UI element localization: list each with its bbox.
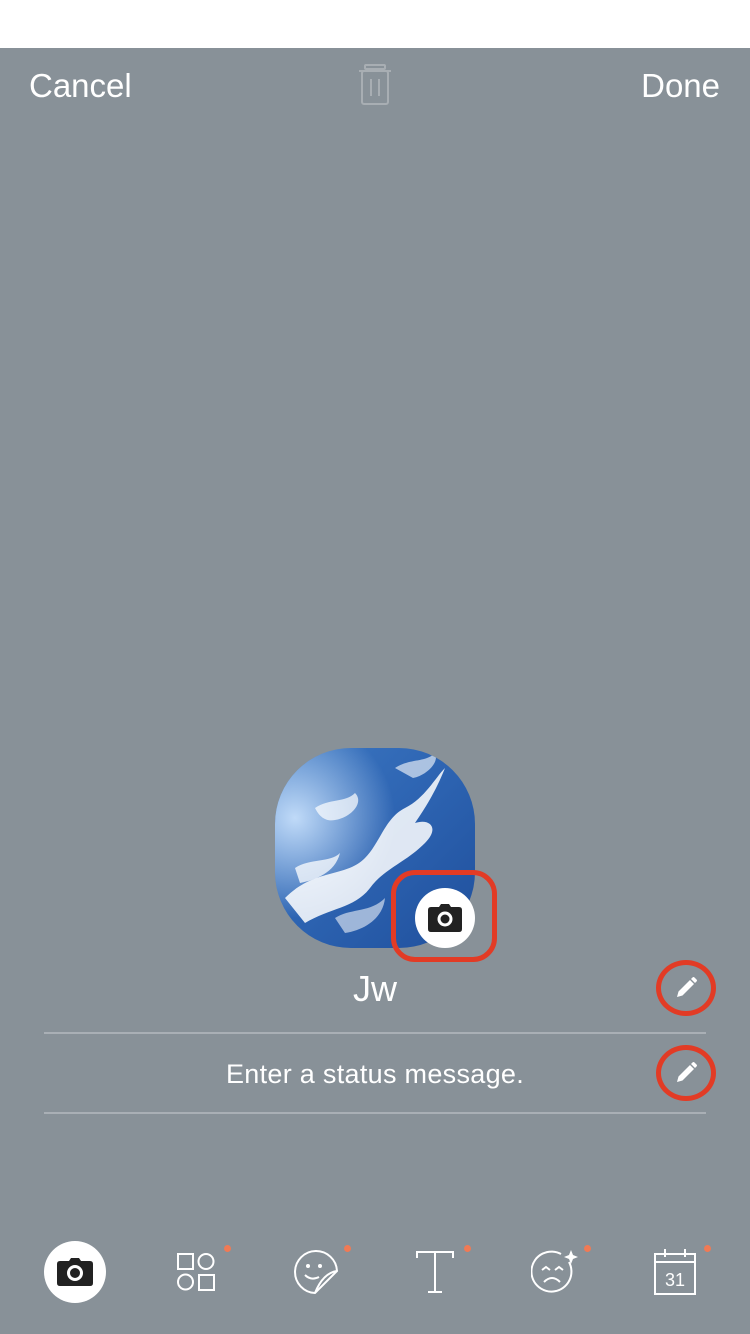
decoration-toolbar: 31 (0, 1240, 750, 1320)
edit-status-button[interactable] (656, 1045, 716, 1101)
pencil-icon (677, 977, 697, 997)
profile-name: Jw (353, 968, 397, 1009)
status-divider (44, 1112, 706, 1114)
sparkle-face-icon (531, 1250, 578, 1293)
pencil-icon (677, 1062, 697, 1082)
effects-notification-dot (584, 1245, 591, 1252)
shapes-notification-dot (224, 1245, 231, 1252)
toolbar-text-button[interactable] (403, 1240, 467, 1304)
shapes-icon (177, 1253, 215, 1291)
sticker-notification-dot (344, 1245, 351, 1252)
calendar-day-label: 31 (665, 1270, 685, 1290)
toolbar-calendar-button[interactable]: 31 (643, 1240, 707, 1304)
text-icon (416, 1251, 454, 1293)
trash-icon[interactable] (356, 64, 394, 106)
camera-icon (57, 1258, 93, 1286)
status-message-input[interactable]: Enter a status message. (44, 1048, 706, 1108)
cancel-button[interactable]: Cancel (29, 66, 132, 106)
toolbar-effects-button[interactable] (523, 1240, 587, 1304)
done-button[interactable]: Done (641, 66, 720, 106)
name-divider (44, 1032, 706, 1034)
text-notification-dot (464, 1245, 471, 1252)
profile-edit-canvas: Cancel Done Jw Enter a status message. 3… (0, 48, 750, 1334)
sticker-icon (294, 1250, 339, 1295)
status-bar (0, 0, 750, 48)
camera-badge-highlight (391, 870, 497, 962)
toolbar-shapes-button[interactable] (164, 1240, 228, 1304)
calendar-notification-dot (704, 1245, 711, 1252)
edit-name-button[interactable] (656, 960, 716, 1016)
toolbar-sticker-button[interactable] (284, 1240, 348, 1304)
toolbar-camera-button[interactable] (44, 1241, 106, 1303)
calendar-icon: 31 (654, 1249, 696, 1295)
